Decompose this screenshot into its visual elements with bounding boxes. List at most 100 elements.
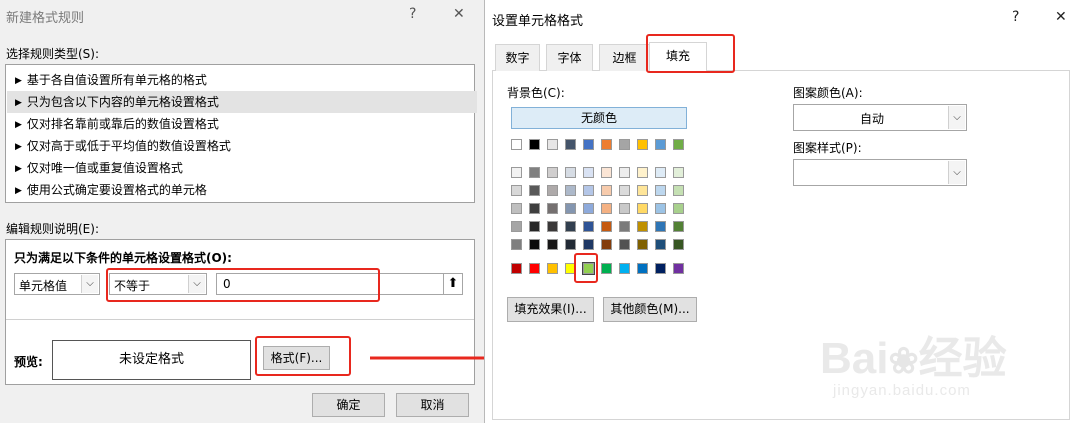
highlight-box-fill-tab	[646, 34, 735, 73]
rule-type-label: 选择规则类型(S):	[6, 47, 100, 61]
color-swatch[interactable]	[583, 203, 594, 214]
field-type-select[interactable]: 单元格值 ⌵	[14, 273, 100, 295]
collapse-dialog-icon[interactable]: ⬆	[443, 273, 463, 295]
color-swatch[interactable]	[547, 167, 558, 178]
tab-border[interactable]: 边框	[599, 44, 650, 71]
color-swatch[interactable]	[619, 221, 630, 232]
pattern-style-select[interactable]: ⌵	[793, 159, 967, 186]
color-swatch[interactable]	[619, 263, 630, 274]
color-swatch[interactable]	[529, 185, 540, 196]
color-swatch[interactable]	[529, 139, 540, 150]
color-swatch[interactable]	[673, 239, 684, 250]
rule-type-list[interactable]: ▶ 基于各自值设置所有单元格的格式 ▶ 只为包含以下内容的单元格设置格式 ▶ 仅对排名…	[5, 64, 477, 203]
paw-icon: ❀	[888, 340, 919, 381]
color-swatch[interactable]	[637, 263, 648, 274]
color-swatch[interactable]	[565, 239, 576, 250]
color-swatch[interactable]	[655, 263, 666, 274]
color-swatch[interactable]	[529, 203, 540, 214]
color-swatch[interactable]	[637, 203, 648, 214]
color-swatch[interactable]	[529, 239, 540, 250]
color-swatch[interactable]	[511, 167, 522, 178]
color-swatch[interactable]	[655, 185, 666, 196]
color-swatch[interactable]	[619, 239, 630, 250]
color-swatch[interactable]	[529, 221, 540, 232]
rule-type-item[interactable]: ▶ 仅对排名靠前或靠后的数值设置格式	[7, 113, 477, 135]
color-swatch[interactable]	[565, 221, 576, 232]
color-swatch[interactable]	[511, 263, 522, 274]
color-swatch[interactable]	[547, 263, 558, 274]
color-swatch[interactable]	[565, 139, 576, 150]
color-swatch[interactable]	[529, 263, 540, 274]
color-swatch[interactable]	[673, 263, 684, 274]
color-swatch[interactable]	[547, 203, 558, 214]
color-swatch[interactable]	[565, 203, 576, 214]
color-swatch[interactable]	[583, 167, 594, 178]
color-swatch[interactable]	[655, 203, 666, 214]
color-swatch[interactable]	[673, 185, 684, 196]
cancel-button[interactable]: 取消	[396, 393, 469, 417]
pattern-color-label: 图案颜色(A):	[793, 86, 863, 100]
color-swatch[interactable]	[601, 203, 612, 214]
help-button[interactable]: ?	[409, 6, 416, 22]
color-swatch[interactable]	[601, 139, 612, 150]
color-swatch[interactable]	[583, 139, 594, 150]
color-swatch[interactable]	[547, 185, 558, 196]
color-swatch[interactable]	[637, 221, 648, 232]
color-swatch[interactable]	[583, 221, 594, 232]
color-swatch[interactable]	[547, 239, 558, 250]
color-swatch[interactable]	[529, 167, 540, 178]
color-swatch[interactable]	[673, 167, 684, 178]
color-swatch[interactable]	[601, 221, 612, 232]
color-swatch[interactable]	[583, 239, 594, 250]
color-swatch[interactable]	[655, 221, 666, 232]
color-swatch[interactable]	[655, 139, 666, 150]
color-swatch[interactable]	[601, 239, 612, 250]
rule-type-item[interactable]: ▶ 仅对高于或低于平均值的数值设置格式	[7, 135, 477, 157]
color-swatch[interactable]	[547, 221, 558, 232]
color-swatch[interactable]	[637, 139, 648, 150]
color-swatch[interactable]	[637, 239, 648, 250]
background-color-label: 背景色(C):	[507, 86, 565, 100]
color-swatch[interactable]	[511, 239, 522, 250]
color-swatch[interactable]	[619, 139, 630, 150]
color-swatch[interactable]	[655, 167, 666, 178]
ok-button[interactable]: 确定	[312, 393, 385, 417]
close-button[interactable]: ✕	[453, 6, 465, 22]
color-swatch[interactable]	[511, 139, 522, 150]
color-swatch[interactable]	[565, 167, 576, 178]
color-swatch[interactable]	[637, 167, 648, 178]
color-swatch[interactable]	[511, 203, 522, 214]
color-swatch[interactable]	[619, 185, 630, 196]
color-swatch[interactable]	[547, 139, 558, 150]
more-colors-button[interactable]: 其他颜色(M)...	[603, 297, 697, 322]
color-swatch[interactable]	[601, 263, 612, 274]
dialog-title: 新建格式规则	[6, 11, 85, 26]
color-swatch[interactable]	[655, 239, 666, 250]
rule-type-item[interactable]: ▶ 使用公式确定要设置格式的单元格	[7, 179, 477, 201]
color-swatch[interactable]	[673, 139, 684, 150]
highlight-box-format-button	[255, 336, 351, 376]
color-swatch[interactable]	[601, 167, 612, 178]
color-swatch[interactable]	[511, 185, 522, 196]
color-swatch[interactable]	[511, 221, 522, 232]
close-button[interactable]: ✕	[1055, 9, 1067, 25]
fill-effects-button[interactable]: 填充效果(I)...	[507, 297, 594, 322]
help-button[interactable]: ?	[1012, 9, 1019, 25]
rule-type-item-selected[interactable]: ▶ 只为包含以下内容的单元格设置格式	[7, 91, 477, 113]
no-color-button[interactable]: 无颜色	[511, 107, 687, 129]
color-swatch[interactable]	[619, 203, 630, 214]
dialog-title: 设置单元格格式	[492, 14, 584, 29]
color-swatch[interactable]	[673, 221, 684, 232]
color-swatch[interactable]	[619, 167, 630, 178]
pattern-color-select[interactable]: 自动 ⌵	[793, 104, 967, 131]
tab-number[interactable]: 数字	[495, 44, 540, 71]
color-swatch[interactable]	[637, 185, 648, 196]
color-swatch[interactable]	[673, 203, 684, 214]
tab-font[interactable]: 字体	[546, 44, 593, 71]
format-preview-box: 未设定格式	[52, 340, 251, 380]
rule-type-item[interactable]: ▶ 仅对唯一值或重复值设置格式	[7, 157, 477, 179]
color-swatch[interactable]	[583, 185, 594, 196]
color-swatch[interactable]	[565, 185, 576, 196]
rule-type-item[interactable]: ▶ 基于各自值设置所有单元格的格式	[7, 69, 477, 91]
color-swatch[interactable]	[601, 185, 612, 196]
